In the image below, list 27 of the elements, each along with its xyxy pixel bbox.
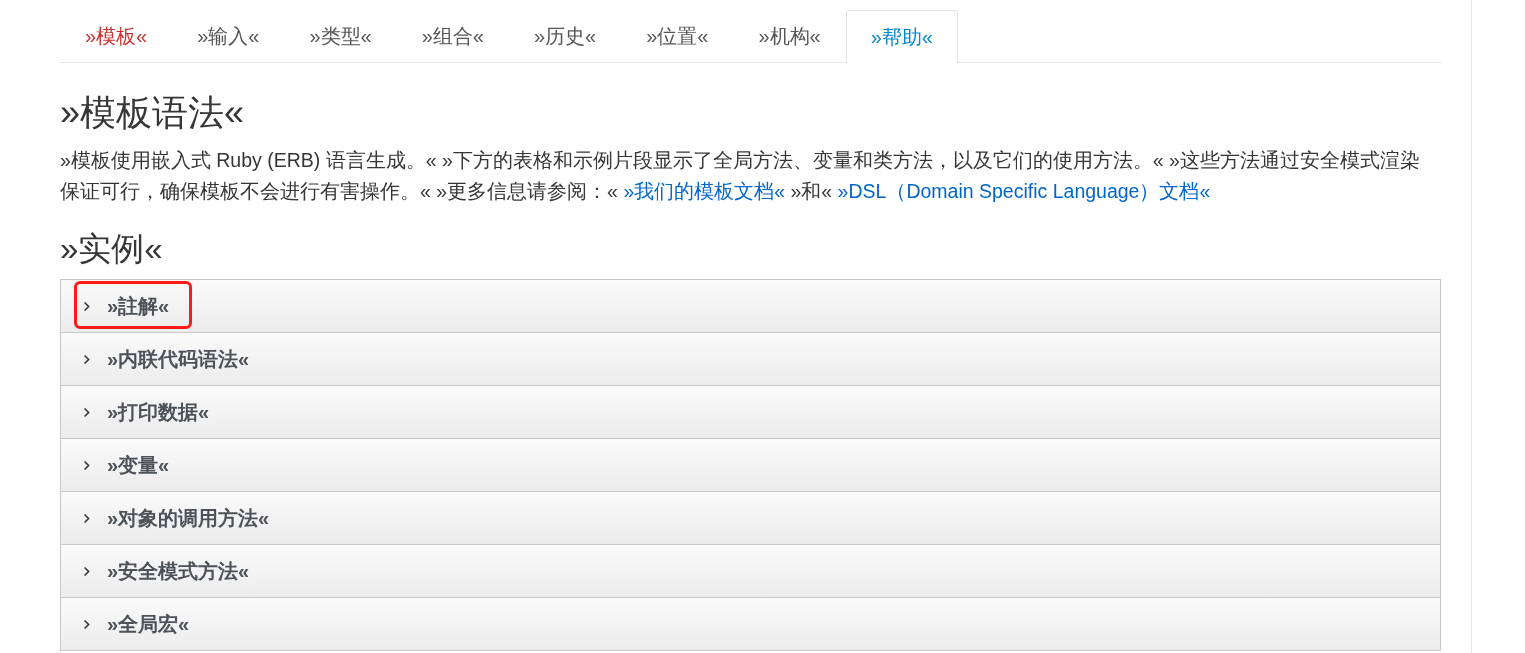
nav-tab[interactable]: »位置« xyxy=(621,10,734,62)
accordion-label: »内联代码语法« xyxy=(107,347,250,372)
intro-paragraph: »模板使用嵌入式 Ruby (ERB) 语言生成。« »下方的表格和示例片段显示了全局方法、变量和类方法，以及它们的使用方法。« »这些方法通过安全模式渲染保证可行，确保模板不会进行有害操作。« »更多信息请参阅：« »我们的模板文档« »和« »DSL（Domain Specific Language）文档« xyxy=(60,148,1421,204)
accordion-item[interactable]: »内联代码语法« xyxy=(61,333,1440,386)
accordion-label: »註解« xyxy=(107,294,170,319)
nav-tab[interactable]: »输入« xyxy=(172,10,285,62)
accordion-label: »打印数据« xyxy=(107,400,210,425)
accordion-item[interactable]: »安全模式方法« xyxy=(61,545,1440,598)
accordion-label: »变量« xyxy=(107,453,170,478)
section-heading: »实例« xyxy=(60,229,164,269)
accordion-label: »安全模式方法« xyxy=(107,559,250,584)
accordion-item[interactable]: »全局宏« xyxy=(61,598,1440,651)
accordion-item[interactable]: »打印数据« xyxy=(61,386,1440,439)
accordion-item[interactable]: »註解« xyxy=(61,280,1440,333)
nav-tab[interactable]: »类型« xyxy=(284,10,397,62)
nav-tab[interactable]: »机构« xyxy=(733,10,846,62)
nav-tab[interactable]: »历史« xyxy=(509,10,622,62)
accordion-label: »对象的调用方法« xyxy=(107,506,270,531)
nav-tab[interactable]: »模板« xyxy=(60,10,173,62)
accordion-label: »全局宏« xyxy=(107,612,190,637)
doc-link[interactable]: »我们的模板文档« xyxy=(623,180,786,202)
nav-tab[interactable]: »组合« xyxy=(396,10,509,62)
page-heading: »模板语法« xyxy=(60,91,246,135)
doc-link[interactable]: »DSL（Domain Specific Language）文档« xyxy=(837,180,1211,202)
nav-tab[interactable]: »帮助« xyxy=(845,10,958,63)
accordion-item[interactable]: »对象的调用方法« xyxy=(61,492,1440,545)
accordion-item[interactable]: »变量« xyxy=(61,439,1440,492)
